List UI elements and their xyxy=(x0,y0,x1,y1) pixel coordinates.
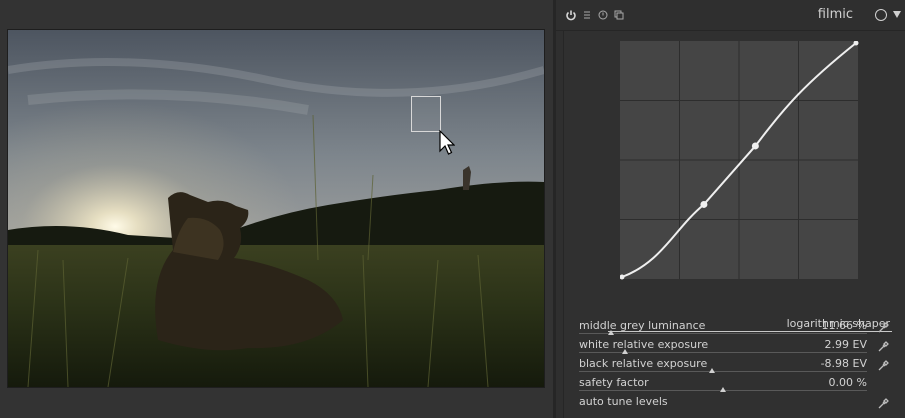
collapse-arrow-icon[interactable] xyxy=(893,11,901,18)
filmic-module-panel: filmic logarithmic shaper middle grey lu… xyxy=(556,0,905,418)
slider-label: white relative exposure xyxy=(579,338,709,351)
module-body: logarithmic shaper middle grey luminance… xyxy=(563,31,905,418)
slider-black-relative-exposure[interactable]: black relative exposure -8.98 EV xyxy=(579,356,889,375)
image-viewer xyxy=(0,0,553,418)
slider-value: -8.98 EV xyxy=(820,357,867,370)
presets-menu-icon[interactable] xyxy=(581,9,593,21)
slider-middle-grey-luminance[interactable]: middle grey luminance 11.66 % xyxy=(579,318,889,337)
selection-rectangle xyxy=(411,96,441,132)
slider-track[interactable] xyxy=(579,333,867,334)
slider-safety-factor[interactable]: safety factor 0.00 % xyxy=(579,375,889,394)
module-header[interactable]: filmic xyxy=(556,0,905,31)
filmic-curve-graph[interactable] xyxy=(620,41,860,281)
power-icon[interactable] xyxy=(565,9,577,21)
slider-value: 11.66 % xyxy=(821,319,867,332)
slider-track[interactable] xyxy=(579,371,867,372)
slider-thumb[interactable] xyxy=(708,368,715,373)
slider-label: safety factor xyxy=(579,376,649,389)
color-picker-icon[interactable] xyxy=(877,395,889,409)
auto-tune-levels-button[interactable]: auto tune levels xyxy=(579,394,889,413)
curve-node[interactable] xyxy=(751,142,759,150)
slider-thumb[interactable] xyxy=(607,330,614,335)
slider-white-relative-exposure[interactable]: white relative exposure 2.99 EV xyxy=(579,337,889,356)
photo-preview[interactable] xyxy=(7,29,545,388)
slider-value: 0.00 % xyxy=(828,376,867,389)
module-title: filmic xyxy=(817,7,853,22)
slider-thumb[interactable] xyxy=(720,387,727,392)
color-picker-icon[interactable] xyxy=(877,338,889,352)
preset-circle-icon[interactable] xyxy=(875,9,887,21)
multi-instance-icon[interactable] xyxy=(613,9,625,21)
auto-tune-label: auto tune levels xyxy=(579,395,668,408)
reset-icon[interactable] xyxy=(597,9,609,21)
color-picker-icon[interactable] xyxy=(877,319,889,333)
slider-label: black relative exposure xyxy=(579,357,708,370)
slider-thumb[interactable] xyxy=(622,349,629,354)
color-picker-icon[interactable] xyxy=(877,357,889,371)
slider-label: middle grey luminance xyxy=(579,319,706,332)
curve-node[interactable] xyxy=(700,200,708,208)
slider-value: 2.99 EV xyxy=(824,338,867,351)
mouse-cursor-icon xyxy=(439,130,455,156)
